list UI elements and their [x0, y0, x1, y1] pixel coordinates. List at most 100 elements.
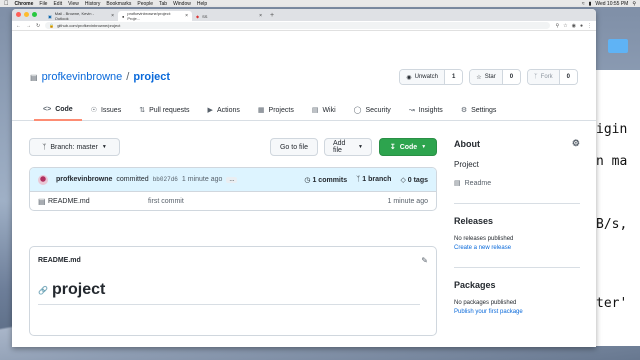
- terminal-window[interactable]: igin n ma B/s, ter': [596, 70, 640, 346]
- terminal-line: igin: [596, 122, 628, 137]
- repo-name-link[interactable]: project: [133, 71, 170, 83]
- tab-issues[interactable]: ☉ Issues: [82, 99, 131, 121]
- menu-tab[interactable]: Tab: [159, 1, 167, 7]
- bookmark-star-icon[interactable]: ☆: [563, 23, 567, 29]
- repo-description: Project: [454, 160, 479, 169]
- repo-icon: ▤: [30, 72, 38, 82]
- close-window-button[interactable]: [16, 12, 21, 17]
- releases-heading[interactable]: Releases: [454, 216, 580, 226]
- minimize-window-button[interactable]: [24, 12, 29, 17]
- tab-insights[interactable]: ↝ Insights: [400, 99, 452, 121]
- repo-title: ▤ profkevinbrowne / project: [30, 71, 170, 83]
- tags-link[interactable]: ◇ 0 tags: [400, 176, 428, 184]
- code-button[interactable]: ↧ Code ▼: [379, 138, 437, 156]
- file-name-link[interactable]: README.md: [38, 198, 148, 205]
- play-icon: ▶: [207, 107, 213, 114]
- tab-actions[interactable]: ▶ Actions: [199, 99, 249, 121]
- expand-commit-button[interactable]: ...: [226, 176, 238, 183]
- file-browser: profkevinbrowne committed bb027d6 1 minu…: [29, 167, 437, 211]
- branches-count: 1 branch: [362, 175, 392, 183]
- apple-icon[interactable]: : [4, 1, 9, 7]
- menu-people[interactable]: People: [137, 1, 153, 7]
- create-release-link[interactable]: Create a new release: [454, 245, 580, 251]
- repo-owner-link[interactable]: profkevinbrowne: [42, 71, 123, 83]
- tab-code[interactable]: <> Code: [34, 99, 82, 121]
- url-input[interactable]: 🔒 github.com/profkevinbrowne/project: [45, 22, 551, 29]
- pencil-icon[interactable]: ✎: [421, 256, 428, 265]
- latest-commit: profkevinbrowne committed bb027d6 1 minu…: [30, 168, 436, 192]
- desktop-folder[interactable]: [604, 39, 632, 55]
- branches-link[interactable]: ᛉ 1 branch: [356, 176, 391, 184]
- macos-menubar:  Chrome File Edit View History Bookmark…: [0, 0, 640, 7]
- commits-link[interactable]: ◷ 1 commits: [304, 176, 347, 184]
- profile-icon[interactable]: ●: [580, 23, 583, 29]
- go-to-file-button[interactable]: Go to file: [270, 138, 318, 156]
- watch-count[interactable]: 1: [444, 70, 463, 84]
- tab-label: Projects: [268, 106, 294, 114]
- folder-icon: [608, 39, 628, 53]
- browser-tab-github[interactable]: ● profkevinbrowne/project: Proje... ×: [118, 11, 192, 21]
- readme-link-label: Readme: [464, 179, 492, 187]
- battery-icon[interactable]: ▮: [589, 1, 592, 7]
- menu-edit[interactable]: Edit: [53, 1, 62, 7]
- branch-selector[interactable]: ᛉ Branch: master ▼: [29, 138, 120, 156]
- menu-help[interactable]: Help: [197, 1, 207, 7]
- caret-down-icon: ▼: [421, 144, 427, 150]
- anchor-link-icon[interactable]: 🔗: [38, 286, 48, 295]
- tab-settings[interactable]: ⚙ Settings: [452, 99, 506, 121]
- fork-count[interactable]: 0: [559, 70, 577, 84]
- avatar[interactable]: [38, 174, 48, 185]
- reload-icon[interactable]: ↻: [36, 23, 40, 29]
- menu-app-name[interactable]: Chrome: [15, 1, 34, 7]
- unwatch-label: Unwatch: [414, 74, 438, 80]
- table-row[interactable]: ▤ README.md first commit 1 minute ago: [30, 192, 436, 210]
- tab-label: Security: [365, 106, 391, 114]
- spotlight-icon[interactable]: ⚲: [632, 1, 636, 7]
- star-icon: ☆: [476, 74, 482, 81]
- tab-pull-requests[interactable]: ⇅ Pull requests: [130, 99, 198, 121]
- code-label: Code: [399, 143, 418, 151]
- commit-sha-link[interactable]: bb027d6: [153, 176, 178, 183]
- file-commit-message[interactable]: first commit: [148, 198, 388, 205]
- publish-package-link[interactable]: Publish your first package: [454, 309, 580, 315]
- eye-icon: ◉: [406, 74, 412, 81]
- readme-link[interactable]: ▤ Readme: [454, 179, 580, 188]
- close-tab-icon[interactable]: ×: [185, 13, 188, 19]
- graph-icon: ↝: [408, 107, 415, 114]
- menu-file[interactable]: File: [39, 1, 47, 7]
- readme-panel: README.md ✎ 🔗 project: [29, 246, 437, 336]
- back-icon[interactable]: ←: [16, 23, 21, 29]
- menu-history[interactable]: History: [85, 1, 101, 7]
- star-button[interactable]: ☆ Star 0: [469, 69, 522, 85]
- extension-icon[interactable]: ◉: [572, 23, 576, 29]
- new-tab-button[interactable]: +: [266, 12, 278, 19]
- menu-window[interactable]: Window: [173, 1, 191, 7]
- tab-label: Wiki: [322, 106, 336, 114]
- tab-security[interactable]: ◯ Security: [345, 99, 400, 121]
- add-file-label: Add file: [333, 140, 346, 154]
- close-tab-icon[interactable]: ×: [111, 13, 114, 19]
- tab-projects[interactable]: ▦ Projects: [249, 99, 303, 121]
- zoom-window-button[interactable]: [32, 12, 37, 17]
- browser-tab-outlook[interactable]: ▣ Mail - Browne, Kevin - Outlook ×: [44, 11, 118, 21]
- menu-dots-icon[interactable]: ⋮: [587, 23, 592, 29]
- packages-heading[interactable]: Packages: [454, 280, 580, 290]
- commit-author-link[interactable]: profkevinbrowne: [56, 176, 112, 183]
- clock[interactable]: Wed 10:55 PM: [595, 1, 628, 7]
- close-tab-icon[interactable]: ×: [259, 13, 262, 19]
- browser-tab-ss[interactable]: ◆ SS ×: [192, 11, 266, 21]
- wifi-icon[interactable]: ≈: [582, 1, 585, 7]
- add-file-button[interactable]: Add file ▼: [324, 138, 372, 156]
- star-count[interactable]: 0: [502, 70, 521, 84]
- download-icon: ↧: [389, 144, 396, 151]
- issue-icon: ☉: [90, 107, 97, 114]
- gear-icon[interactable]: ⚙: [572, 138, 580, 149]
- search-icon[interactable]: ⚲: [555, 23, 559, 29]
- tab-wiki[interactable]: ▤ Wiki: [303, 99, 345, 121]
- fork-button[interactable]: ᛉ Fork 0: [527, 69, 578, 85]
- commits-count: 1 commits: [312, 176, 348, 184]
- forward-icon[interactable]: →: [26, 23, 31, 29]
- unwatch-button[interactable]: ◉ Unwatch 1: [399, 69, 464, 85]
- menu-view[interactable]: View: [68, 1, 79, 7]
- menu-bookmarks[interactable]: Bookmarks: [106, 1, 131, 7]
